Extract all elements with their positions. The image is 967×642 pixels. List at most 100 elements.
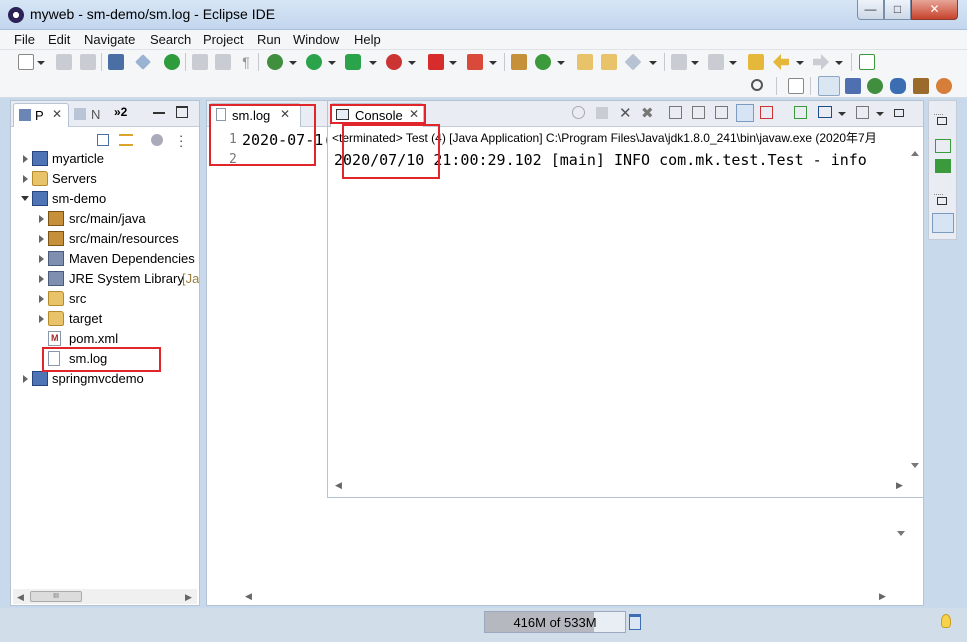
menu-run[interactable]: Run (257, 32, 281, 47)
open-type-icon[interactable] (577, 54, 593, 70)
external-tools-dropdown-arrow[interactable] (408, 61, 416, 65)
remove-all-icon[interactable]: ✖ (641, 104, 654, 122)
tab-navigator[interactable]: N (71, 103, 115, 127)
back-dropdown-arrow[interactable] (796, 61, 804, 65)
task-list-view-icon[interactable] (935, 159, 951, 173)
search-tool-icon[interactable] (624, 53, 642, 71)
coverage-icon[interactable] (345, 54, 361, 70)
debug-perspective-icon[interactable] (867, 78, 883, 94)
chevron-down-icon[interactable] (838, 112, 846, 116)
scroll-thumb[interactable]: III (30, 591, 82, 602)
tree-item-maven-dependencies[interactable]: Maven Dependencies (11, 249, 199, 269)
more-tabs-button[interactable]: »2 (114, 105, 127, 119)
scroll-right-icon[interactable]: ▶ (185, 592, 192, 603)
minimize-view-icon[interactable] (153, 112, 165, 114)
heap-status[interactable]: 416M of 533M (484, 611, 626, 633)
server-start-icon[interactable] (164, 54, 180, 70)
previous-annotation-dropdown-arrow[interactable] (729, 61, 737, 65)
run-icon[interactable] (306, 54, 322, 70)
clear-console-icon[interactable] (669, 106, 682, 119)
show-whitespace-icon[interactable]: ¶ (238, 54, 254, 70)
next-annotation-icon[interactable] (671, 54, 687, 70)
view-menu-icon[interactable]: · · · (179, 129, 183, 152)
coverage-dropdown-arrow[interactable] (369, 61, 377, 65)
scroll-lock-icon[interactable] (692, 106, 705, 119)
previous-annotation-icon[interactable] (708, 54, 724, 70)
back-icon[interactable] (773, 54, 789, 70)
search-icon[interactable] (751, 79, 763, 91)
pin-editor-icon[interactable] (859, 54, 875, 70)
new-java-package-icon[interactable] (511, 54, 527, 70)
maximize-view-icon[interactable] (176, 106, 188, 118)
tree-item-src-main-resources[interactable]: src/main/resources (11, 229, 199, 249)
last-edit-location-icon[interactable] (748, 54, 764, 70)
team-sync-perspective-icon[interactable] (936, 78, 952, 94)
editor-scroll-left-icon[interactable]: ◀ (245, 591, 252, 602)
open-console-icon[interactable] (856, 106, 869, 119)
menu-navigate[interactable]: Navigate (84, 32, 135, 47)
tree-item-src-main-java[interactable]: src/main/java (11, 209, 199, 229)
tab-package-explorer[interactable]: P ✕ (13, 103, 69, 127)
maximize-button[interactable]: □ (884, 0, 911, 20)
tree-item-springmvcdemo[interactable]: springmvcdemo (11, 369, 199, 389)
block-select-icon[interactable] (215, 54, 231, 70)
minimize-view-icon[interactable] (894, 109, 904, 117)
new-icon[interactable] (18, 54, 34, 70)
explorer-horizontal-scrollbar[interactable]: ◀ III ▶ (13, 589, 197, 604)
open-perspective-icon[interactable] (788, 78, 804, 94)
trash-icon[interactable] (629, 614, 641, 630)
git-perspective-icon[interactable] (913, 78, 929, 94)
editor-scroll-right-icon[interactable]: ▶ (879, 591, 886, 602)
skip-breakpoints-icon[interactable] (135, 54, 151, 70)
new-dropdown-arrow[interactable] (37, 61, 45, 65)
tree-item-jre-system-library[interactable]: JRE System Library [Jav (11, 269, 199, 289)
deploy-dropdown-arrow[interactable] (489, 61, 497, 65)
tree-item-pom-xml[interactable]: M pom.xml (11, 329, 199, 349)
tree-item-src[interactable]: src (11, 289, 199, 309)
close-icon[interactable]: ✕ (52, 107, 62, 121)
editor-vscroll-down-icon[interactable] (897, 531, 905, 536)
debug-icon[interactable] (267, 54, 283, 70)
menu-help[interactable]: Help (354, 32, 381, 47)
terminal-icon[interactable] (108, 54, 124, 70)
tree-item-servers[interactable]: Servers (11, 169, 199, 189)
stop-icon[interactable] (428, 54, 444, 70)
console-scroll-up-icon[interactable] (911, 151, 919, 156)
python-perspective-icon[interactable] (890, 78, 906, 94)
menu-project[interactable]: Project (203, 32, 243, 47)
outline-view-icon[interactable] (935, 139, 951, 153)
run-dropdown-arrow[interactable] (328, 61, 336, 65)
link-with-editor-icon[interactable] (119, 134, 133, 146)
chevron-down-icon[interactable] (876, 112, 884, 116)
deploy-icon[interactable] (467, 54, 483, 70)
remove-launch-icon[interactable]: ✕ (619, 104, 632, 122)
search-dropdown-arrow[interactable] (649, 61, 657, 65)
toggle-mark-icon[interactable] (192, 54, 208, 70)
external-tools-icon[interactable] (386, 54, 402, 70)
terminate-icon[interactable] (596, 107, 608, 119)
debug-dropdown-arrow[interactable] (289, 61, 297, 65)
menu-file[interactable]: File (14, 32, 35, 47)
pin-output-icon[interactable] (794, 106, 807, 119)
display-selected-console-icon[interactable] (818, 106, 832, 118)
next-annotation-dropdown-arrow[interactable] (691, 61, 699, 65)
console-scroll-left-icon[interactable]: ◀ (335, 480, 342, 491)
lightbulb-icon[interactable] (941, 614, 951, 628)
console-view-icon[interactable] (932, 213, 954, 233)
save-all-icon[interactable] (80, 54, 96, 70)
tree-item-sm-demo[interactable]: sm-demo (11, 189, 199, 209)
restore-icon[interactable] (937, 197, 947, 205)
forward-dropdown-arrow[interactable] (835, 61, 843, 65)
collapse-all-icon[interactable] (97, 134, 109, 146)
save-icon[interactable] (56, 54, 72, 70)
menu-search[interactable]: Search (150, 32, 191, 47)
new-java-class-icon[interactable] (535, 54, 551, 70)
console-scroll-down-icon[interactable] (911, 463, 919, 468)
show-console-on-output-icon[interactable] (736, 104, 754, 122)
show-console-on-error-icon[interactable] (760, 106, 773, 119)
java-ee-perspective-icon[interactable] (845, 78, 861, 94)
tree-item-myarticle[interactable]: myarticle (11, 149, 199, 169)
new-class-dropdown-arrow[interactable] (557, 61, 565, 65)
tree-item-target[interactable]: target (11, 309, 199, 329)
scroll-left-icon[interactable]: ◀ (17, 592, 24, 603)
